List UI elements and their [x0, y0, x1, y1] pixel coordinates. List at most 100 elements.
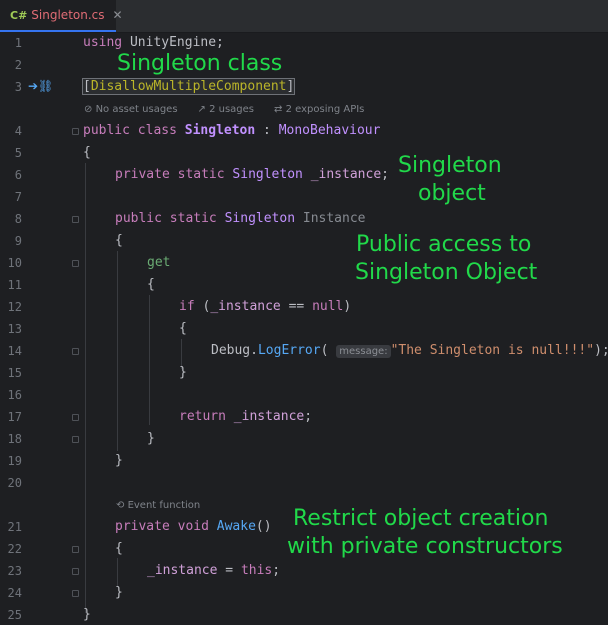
- annotation-singleton-object-line2: object: [418, 181, 486, 206]
- semicolon: ;: [272, 563, 281, 578]
- code-line-18[interactable]: }: [147, 431, 155, 446]
- keyword: if: [179, 299, 195, 314]
- fold-marker-icon[interactable]: [72, 568, 79, 575]
- method-name: LogError: [257, 343, 321, 358]
- semicolon: ;: [304, 409, 313, 424]
- colon: :: [263, 123, 271, 138]
- line-number: 15: [7, 366, 22, 380]
- implement-arrow-icon[interactable]: ➔⛓: [28, 79, 53, 93]
- code-line-13[interactable]: {: [179, 321, 187, 336]
- tab-file-name: Singleton.cs: [31, 8, 105, 22]
- annotation-restrict-line2: with private constructors: [287, 534, 563, 559]
- keyword: public: [115, 211, 162, 226]
- class-name: Singleton: [184, 123, 256, 138]
- lens-text: No asset usages: [95, 104, 178, 115]
- brace: }: [115, 585, 123, 600]
- fold-marker-icon[interactable]: [72, 216, 79, 223]
- code-line-14[interactable]: Debug.LogError( message: "The Singleton i…: [211, 343, 608, 358]
- keyword: void: [177, 519, 209, 534]
- fold-marker-icon[interactable]: [72, 260, 79, 267]
- line-number: 23: [7, 564, 22, 578]
- dot: .: [250, 343, 258, 358]
- code-line-3[interactable]: [DisallowMultipleComponent]: [81, 78, 296, 95]
- event-function-lens[interactable]: ⟲ Event function: [116, 500, 210, 511]
- fold-marker-icon[interactable]: [72, 546, 79, 553]
- line-number: 16: [7, 388, 22, 402]
- code-line-11[interactable]: {: [147, 277, 155, 292]
- line-number: 21: [7, 520, 22, 534]
- editor-tab-bar: C# Singleton.cs ✕: [0, 0, 608, 33]
- fold-marker-icon[interactable]: [72, 436, 79, 443]
- code-lens-method[interactable]: ⟲ Event function: [116, 500, 220, 511]
- paren: );: [594, 343, 608, 358]
- code-line-9[interactable]: {: [115, 233, 123, 248]
- code-line-25[interactable]: }: [83, 607, 91, 622]
- line-number-gutter: 1 2 3 4 5 6 7 8 9 10 11 12 13 14 15 16 1…: [0, 32, 80, 625]
- code-line-15[interactable]: }: [179, 365, 187, 380]
- usages-lens[interactable]: ↗ 2 usages: [198, 104, 265, 115]
- code-line-24[interactable]: }: [115, 585, 123, 600]
- paren: ): [343, 299, 352, 314]
- code-line-6[interactable]: private static Singleton _instance;: [115, 167, 389, 182]
- line-number: 13: [7, 322, 22, 336]
- brace: {: [115, 233, 123, 248]
- semicolon: ;: [381, 167, 389, 182]
- property-name: Instance: [302, 211, 366, 226]
- code-line-1[interactable]: using UnityEngine;: [83, 35, 224, 50]
- line-number: 8: [14, 212, 22, 226]
- attribute-name: DisallowMultipleComponent: [90, 79, 287, 94]
- code-lens-class[interactable]: ⊘ No asset usages ↗ 2 usages ⇄ 2 exposing …: [84, 104, 384, 115]
- lens-text: 2 usages: [209, 104, 255, 115]
- indent-guide: [149, 295, 150, 425]
- keyword: public: [83, 123, 130, 138]
- asset-usages-lens[interactable]: ⊘ No asset usages: [84, 104, 188, 115]
- keyword: return: [179, 409, 226, 424]
- brace: }: [147, 431, 155, 446]
- line-number: 7: [14, 190, 22, 204]
- bracket: [: [83, 79, 91, 94]
- annotation-restrict-line1: Restrict object creation: [293, 506, 549, 531]
- namespace: UnityEngine;: [129, 35, 224, 50]
- keyword: this: [240, 563, 273, 578]
- field-name: _instance: [310, 167, 382, 182]
- keyword: class: [137, 123, 177, 138]
- code-line-4[interactable]: public class Singleton : MonoBehaviour: [83, 123, 380, 138]
- field-name: _instance: [233, 409, 305, 424]
- paren: (): [255, 519, 272, 534]
- close-icon[interactable]: ✕: [113, 8, 123, 22]
- code-line-10[interactable]: get: [147, 255, 170, 270]
- code-line-21[interactable]: private void Awake(): [115, 519, 272, 534]
- exposing-apis-lens[interactable]: ⇄ 2 exposing APIs: [274, 104, 374, 115]
- operator: =: [225, 563, 234, 578]
- accessor-keyword: get: [147, 255, 171, 270]
- brace: }: [115, 453, 123, 468]
- keyword: private: [115, 167, 170, 182]
- code-line-23[interactable]: _instance = this;: [147, 563, 280, 578]
- fold-marker-icon[interactable]: [72, 414, 79, 421]
- field-name: _instance: [210, 299, 281, 314]
- fold-marker-icon[interactable]: [72, 348, 79, 355]
- brace: }: [179, 365, 187, 380]
- fold-marker-icon[interactable]: [72, 590, 79, 597]
- operator: ==: [288, 299, 305, 314]
- code-line-5[interactable]: {: [83, 145, 91, 160]
- line-number: 20: [7, 476, 22, 490]
- method-name: Awake: [216, 519, 256, 534]
- code-line-12[interactable]: if (_instance == null): [179, 299, 351, 314]
- brace: {: [115, 541, 123, 556]
- annotation-singleton-class: Singleton class: [117, 51, 283, 76]
- csharp-file-icon: C#: [10, 8, 28, 22]
- base-class: MonoBehaviour: [278, 123, 381, 138]
- line-number: 2: [14, 58, 22, 72]
- line-number: 12: [7, 300, 22, 314]
- code-line-22[interactable]: {: [115, 541, 123, 556]
- line-number: 4: [14, 124, 22, 138]
- line-number: 9: [14, 234, 22, 248]
- code-line-8[interactable]: public static Singleton Instance: [115, 211, 366, 226]
- brace: }: [83, 607, 91, 622]
- fold-marker-icon[interactable]: [72, 128, 79, 135]
- code-line-19[interactable]: }: [115, 453, 123, 468]
- tab-singleton-cs[interactable]: C# Singleton.cs ✕: [0, 0, 123, 32]
- code-line-17[interactable]: return _instance;: [179, 409, 312, 424]
- annotation-public-access-line2: Singleton Object: [355, 260, 538, 285]
